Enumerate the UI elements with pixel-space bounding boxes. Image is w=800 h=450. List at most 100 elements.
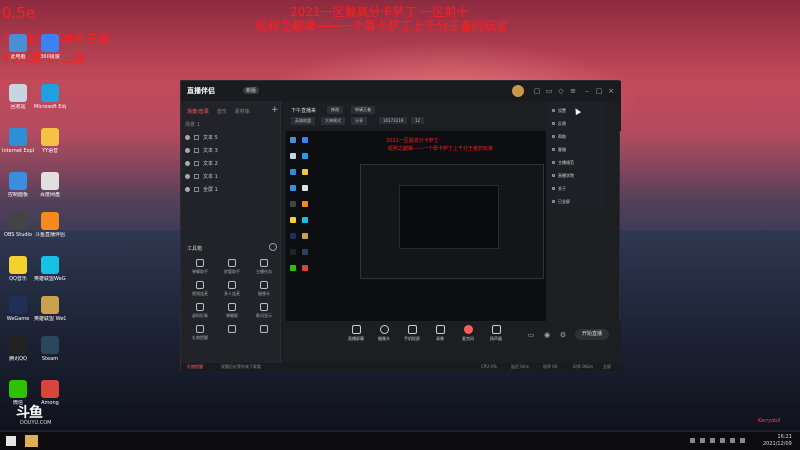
desktop-icon[interactable]: 百度网盘 [34,172,66,198]
menu-item-academy[interactable]: 直播学院 [552,173,574,179]
source-row[interactable]: 文本 3 [185,144,275,156]
edge-icon [41,84,59,102]
desktop-icon[interactable]: 控制面板 [2,172,34,198]
tool-button[interactable] [217,325,247,335]
nested-preview-inner [399,185,499,249]
video-icon[interactable]: ▭ [527,331,535,339]
menu-item-settings[interactable]: 设置 [552,108,566,114]
lock-icon[interactable] [194,134,199,140]
phone-cast-button[interactable]: 手机投屏 [397,325,427,342]
mail-icon[interactable]: ▭ [545,87,553,95]
tool-button[interactable]: 主播任务 [249,259,279,275]
desktop-icon[interactable]: 英雄联盟WeGame [34,256,66,282]
lock-icon[interactable] [194,160,199,166]
taskbar-clock[interactable]: 16:21 2021/12/09 [763,434,792,448]
tool-button[interactable]: 多人连麦 [217,281,247,297]
desktop-icon[interactable]: Steam [34,336,66,362]
tab-music[interactable]: 音乐 [217,108,227,115]
tool-button[interactable]: 歌词显示 [249,303,279,319]
source-row[interactable]: 全屏 1 [185,183,275,195]
eye-icon[interactable] [185,134,190,140]
desktop-icon[interactable]: YY语音 [34,128,66,154]
maximize-icon[interactable]: □ [595,87,603,95]
speaker-button[interactable]: 扬声器 [481,325,511,342]
menu-icon[interactable]: ≡ [569,87,577,95]
tray-icon[interactable] [690,438,695,443]
category-chip[interactable]: 英雄联盟 [291,117,315,125]
record-button[interactable]: 录像 [425,325,455,342]
desktop-icon[interactable]: 腾讯QQ [2,336,34,362]
live-companion-window: 直播伴侣 新版 ▢ ▭ ◇ ≡ – □ × 场景/音源 音乐 素材库 + 场景 … [180,80,621,371]
desktop-icon[interactable]: 斗鱼直播伴侣 [34,212,66,238]
screen-capture-button[interactable]: 直播屏幕 [341,325,371,342]
status-fullscreen[interactable]: 全屏 [603,364,611,370]
avatar[interactable] [512,85,524,97]
tool-button[interactable]: 摄像头 [249,281,279,297]
menu-item-fullscreen[interactable]: 已全屏 [552,199,570,205]
source-row[interactable]: 文本 5 [185,131,275,143]
source-row[interactable]: 文本 1 [185,170,275,182]
network-icon[interactable] [720,438,725,443]
tool-button[interactable]: 视频连麦 [185,281,215,297]
tool-button[interactable]: 弹幕助手 [185,259,215,275]
eye-icon[interactable] [185,173,190,179]
gift-icon[interactable]: ◇ [557,87,565,95]
desktop-icon[interactable]: Internet Explorer [2,128,34,154]
tool-button[interactable]: 礼物提醒 [185,325,215,341]
status-gift[interactable]: 礼物提醒 [187,364,203,370]
start-live-button[interactable]: 开始直播 [575,329,609,340]
tool-button[interactable]: 虚拟形象 [185,303,215,319]
desktop-icon[interactable]: 360极速 [34,34,66,60]
desktop-icon[interactable]: 回收站 [2,84,34,110]
taskbar-app-icon[interactable] [25,435,38,447]
tool-button[interactable]: 房管助手 [217,259,247,275]
tool-label: 主播任务 [256,269,272,274]
share-chip[interactable]: 分享 [351,117,367,125]
edit-button[interactable]: 修改 [327,106,343,114]
lock-icon[interactable] [194,147,199,153]
mode-chip[interactable]: 大神模式 [321,117,345,125]
stream-preview[interactable]: 2021一区最高分卡萨丁 昵称之巅峰——一个靠卡萨丁上千分王者的玩家 [286,131,546,321]
eye-icon[interactable] [185,147,190,153]
tool-button[interactable] [249,325,279,335]
desktop-icon[interactable]: WeGame [2,296,34,322]
preview-text-1: 2021一区最高分卡萨丁 [386,138,439,144]
close-icon[interactable]: × [607,87,615,95]
chat-icon[interactable]: ▢ [533,87,541,95]
menu-item-support[interactable]: 客服 [552,147,566,153]
toolbox-more-icon[interactable] [269,243,277,251]
menu-item-feedback[interactable]: 反馈 [552,121,566,127]
menu-item-about[interactable]: 关于 [552,186,566,192]
menu-item-help[interactable]: 帮助 [552,134,566,140]
desktop-icon[interactable]: 此电脑 [2,34,34,60]
gear-icon[interactable]: ⚙ [559,331,567,339]
microphone-button[interactable]: 麦克风 [453,325,483,342]
source-row[interactable]: 文本 2 [185,157,275,169]
toolbox-title: 工具箱 [187,246,203,252]
eye-icon[interactable] [185,160,190,166]
tool-button[interactable]: 弹幕姬 [217,303,247,319]
volume-icon[interactable] [730,438,735,443]
tray-icon[interactable] [710,438,715,443]
desktop-icon[interactable]: Microsoft Edge [34,84,66,110]
eye-icon[interactable] [185,186,190,192]
lock-icon[interactable] [194,173,199,179]
version-badge[interactable]: 新版 [243,87,260,94]
eye-icon[interactable]: ◉ [543,331,551,339]
preview-icon [302,169,308,175]
desktop-icon[interactable]: QQ音乐 [2,256,34,282]
minimize-icon[interactable]: – [583,87,591,95]
windows-start-icon[interactable] [6,436,16,446]
tab-assets[interactable]: 素材库 [235,108,250,115]
desktop-icon[interactable]: OBS Studio [2,212,34,238]
tab-scenes[interactable]: 场景/音源 [187,108,209,115]
menu-item-rules[interactable]: 主播规范 [552,160,574,166]
add-icon[interactable]: + [271,105,279,115]
scene-name[interactable]: 场景 1 [185,121,200,128]
lock-icon[interactable] [194,186,199,192]
camera-button[interactable]: 摄像头 [369,325,399,342]
desktop-icon[interactable]: 英雄联盟 WeGame版 [34,296,66,322]
ime-icon[interactable] [740,438,745,443]
apply-button[interactable]: 申请王者 [351,106,375,114]
tray-icon[interactable] [700,438,705,443]
